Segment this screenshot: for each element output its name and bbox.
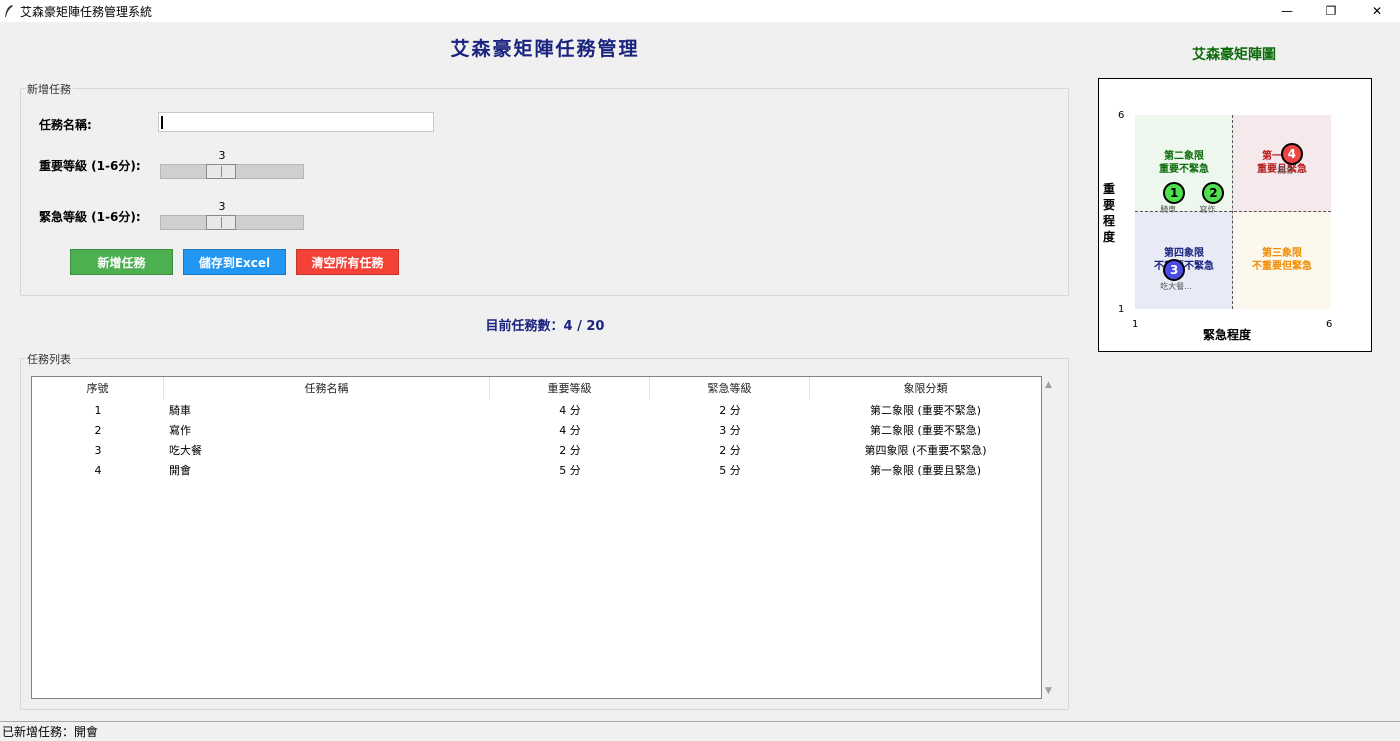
importance-slider[interactable] [160, 164, 304, 179]
add-task-group-label: 新增任務 [25, 81, 73, 97]
clear-tasks-button[interactable]: 清空所有任務 [296, 249, 399, 275]
window-titlebar: 艾森豪矩陣任務管理系統 — ❐ ✕ [0, 0, 1400, 22]
cell-index: 3 [94, 443, 102, 457]
y-axis-max: 6 [1118, 110, 1125, 121]
column-header-importance[interactable]: 重要等級 [490, 377, 650, 399]
x-axis-max: 6 [1326, 319, 1333, 330]
add-task-button[interactable]: 新增任務 [70, 249, 173, 275]
column-header-urgency[interactable]: 緊急等級 [650, 377, 810, 399]
window-title: 艾森豪矩陣任務管理系統 [20, 4, 153, 19]
page-title: 艾森豪矩陣任務管理 [450, 38, 640, 60]
cell-name: 寫作 [169, 424, 191, 437]
cell-index: 4 [94, 463, 102, 477]
cell-name: 騎車 [169, 404, 191, 417]
importance-label: 重要等級 (1-6分): [39, 159, 141, 173]
column-header-quadrant[interactable]: 象限分類 [810, 377, 1041, 399]
feather-icon [5, 5, 13, 17]
task-point-label: 寫作... [1199, 204, 1224, 214]
y-axis-label: 重要程度 [1103, 182, 1116, 244]
cell-urgency: 3 分 [719, 424, 741, 437]
urgency-label: 緊急等級 (1-6分): [39, 210, 141, 224]
task-point-label: 開會... [1277, 165, 1302, 175]
cell-importance: 2 分 [559, 444, 581, 457]
task-list-group-label: 任務列表 [25, 351, 73, 367]
minimize-icon: — [1281, 4, 1293, 18]
cell-quadrant: 第四象限 (不重要不緊急) [864, 444, 987, 457]
restore-icon: ❐ [1325, 4, 1337, 18]
task-table[interactable]: 序號 任務名稱 重要等級 緊急等級 象限分類 1 騎車 4 分 2 分 第二象限… [31, 376, 1042, 699]
table-row[interactable]: 4 開會 5 分 5 分 第一象限 (重要且緊急) [32, 460, 1041, 480]
text-caret [161, 116, 163, 129]
column-header-name[interactable]: 任務名稱 [164, 377, 490, 399]
table-row[interactable]: 1 騎車 4 分 2 分 第二象限 (重要不緊急) [32, 400, 1041, 420]
urgency-value: 3 [218, 200, 226, 213]
task-point-2: 2 [1202, 181, 1225, 204]
cell-quadrant: 第二象限 (重要不緊急) [869, 424, 982, 437]
task-count: 目前任務數：4 / 20 [485, 319, 605, 334]
minimize-button[interactable]: — [1264, 0, 1310, 22]
matrix-title: 艾森豪矩陣圖 [1192, 47, 1276, 63]
cell-urgency: 2 分 [719, 404, 741, 417]
cell-importance: 5 分 [559, 464, 581, 477]
task-name-label: 任務名稱: [39, 118, 92, 132]
cell-index: 1 [94, 403, 102, 417]
x-axis-min: 1 [1132, 319, 1139, 330]
cell-urgency: 5 分 [719, 464, 741, 477]
quadrant-2-label: 第二象限 重要不緊急 [1159, 151, 1209, 175]
task-point-label: 騎車... [1160, 204, 1184, 214]
status-text: 已新增任務：開會 [2, 725, 99, 739]
close-button[interactable]: ✕ [1354, 0, 1400, 22]
cell-urgency: 2 分 [719, 444, 741, 457]
cell-quadrant: 第二象限 (重要不緊急) [869, 404, 982, 417]
status-bar: 已新增任務：開會 [0, 721, 1400, 741]
scroll-up-arrow-icon[interactable]: ▲ [1045, 380, 1052, 390]
x-axis-label: 緊急程度 [1203, 328, 1252, 342]
cell-name: 開會 [169, 464, 191, 477]
urgency-slider-thumb[interactable] [205, 215, 236, 230]
task-point-label: 吃大餐... [1160, 282, 1192, 292]
task-point-1: 1 [1163, 181, 1186, 204]
cell-quadrant: 第一象限 (重要且緊急) [869, 464, 982, 477]
save-excel-button[interactable]: 儲存到Excel [183, 249, 286, 275]
task-point-4: 4 [1280, 142, 1303, 165]
cell-index: 2 [94, 423, 102, 437]
cell-name: 吃大餐 [169, 444, 202, 457]
importance-slider-thumb[interactable] [205, 164, 236, 179]
urgency-slider[interactable] [160, 215, 304, 230]
scroll-down-arrow-icon[interactable]: ▼ [1045, 686, 1052, 696]
matrix-chart: 第二象限 重要不緊急 第一象限 重要且緊急 第四象限 不重要不緊急 第三象限 不… [1098, 78, 1372, 352]
close-icon: ✕ [1371, 4, 1383, 18]
table-row[interactable]: 3 吃大餐 2 分 2 分 第四象限 (不重要不緊急) [32, 440, 1041, 460]
y-axis-min: 1 [1118, 304, 1125, 315]
cell-importance: 4 分 [559, 424, 581, 437]
quadrant-3-label: 第三象限 不重要但緊急 [1252, 248, 1312, 272]
column-header-index[interactable]: 序號 [32, 377, 164, 399]
cell-importance: 4 分 [559, 404, 581, 417]
maximize-button[interactable]: ❐ [1308, 0, 1354, 22]
table-row[interactable]: 2 寫作 4 分 3 分 第二象限 (重要不緊急) [32, 420, 1041, 440]
vertical-divider [1232, 115, 1233, 309]
importance-value: 3 [218, 149, 226, 162]
task-name-input[interactable] [158, 112, 434, 132]
